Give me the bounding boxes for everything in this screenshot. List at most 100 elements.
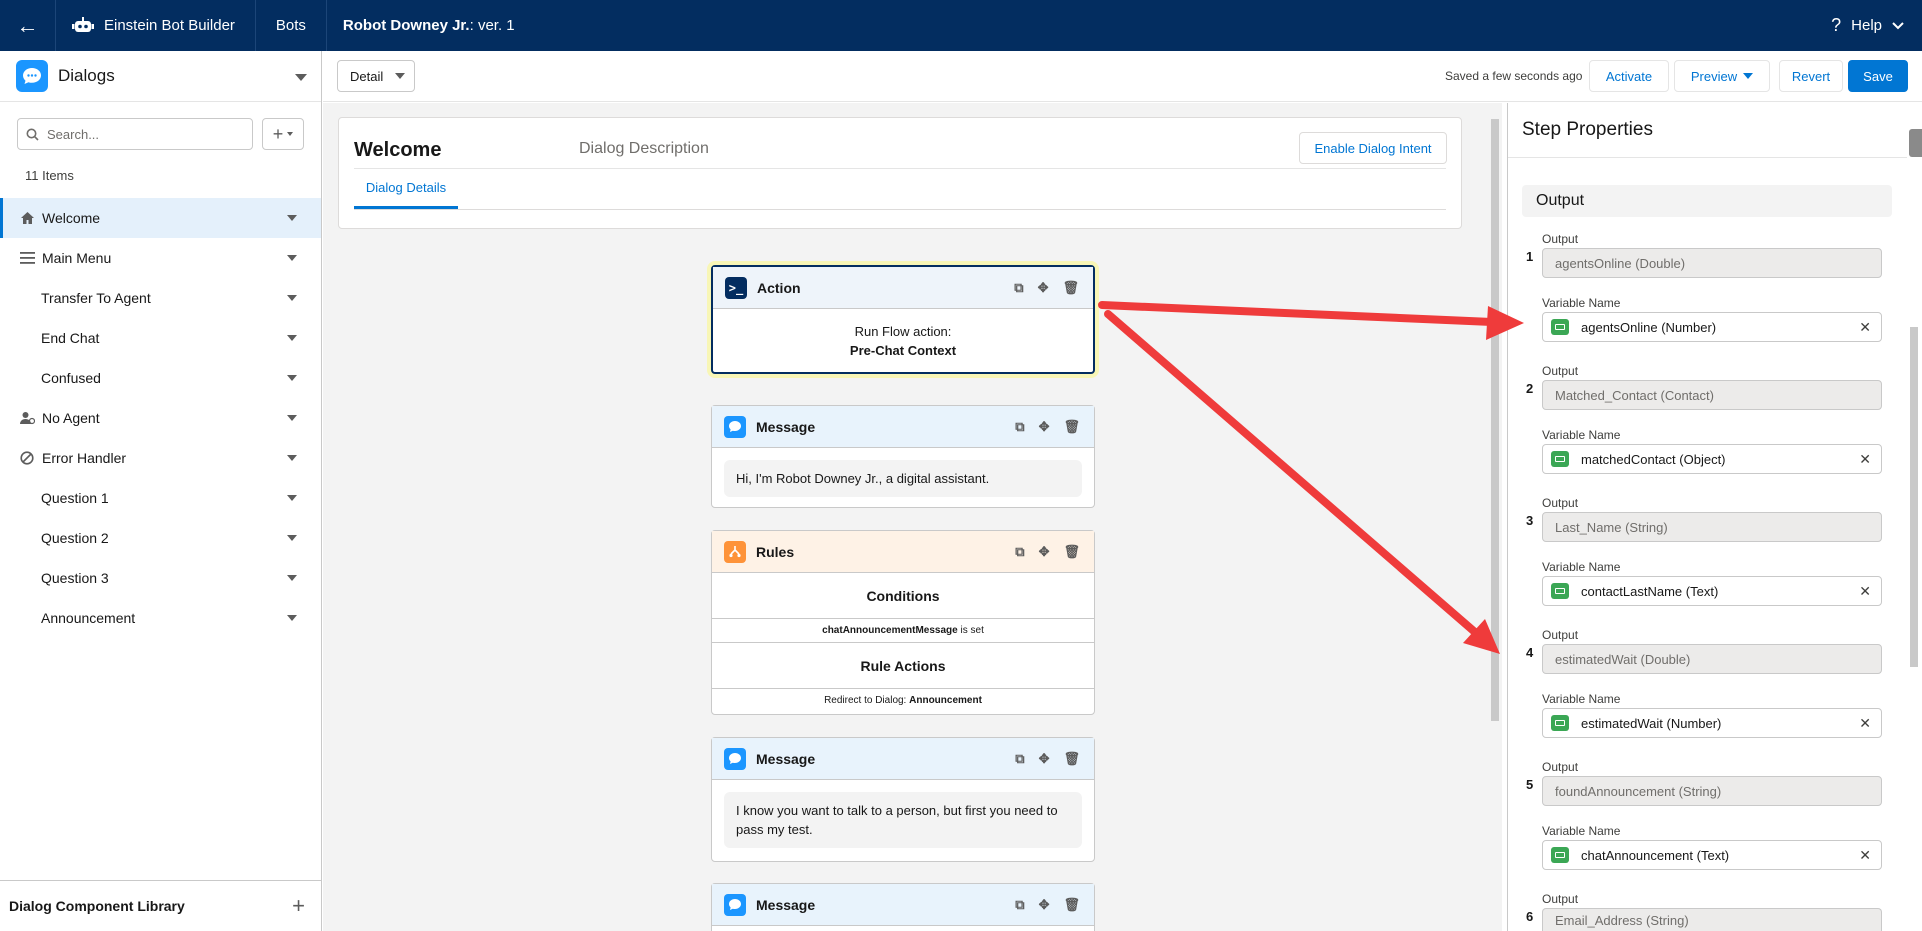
variable-name-field[interactable]: matchedContact (Object) ✕ (1542, 444, 1882, 474)
save-button[interactable]: Save (1848, 60, 1908, 92)
dialog-item-menu-button[interactable] (281, 327, 303, 349)
move-icon[interactable]: ✥ (1039, 897, 1050, 913)
dialog-item-question-1[interactable]: Question 1 (0, 478, 321, 518)
dialogs-header[interactable]: Dialogs (0, 51, 321, 102)
delete-icon[interactable]: 🗑 (1063, 419, 1080, 435)
help-menu[interactable]: ? Help (1831, 0, 1904, 51)
dialog-search-input[interactable]: Search... (17, 118, 253, 150)
properties-scrollbar[interactable] (1907, 157, 1921, 931)
chevron-down-icon (395, 73, 406, 79)
dialog-item-label: Error Handler (42, 450, 127, 466)
copy-icon[interactable]: ⧉ (1015, 751, 1024, 767)
preview-button[interactable]: Preview (1674, 60, 1770, 92)
chevron-down-icon (287, 255, 297, 261)
step-tools: ⧉ ✥ 🗑 (1015, 544, 1080, 560)
output-field: Matched_Contact (Contact) (1542, 380, 1882, 410)
variable-name-field[interactable]: chatAnnouncement (Text) ✕ (1542, 840, 1882, 870)
canvas-scrollbar[interactable] (1488, 103, 1502, 931)
message-text: Hi, I'm Robot Downey Jr., a digital assi… (724, 460, 1082, 497)
clear-icon[interactable]: ✕ (1859, 715, 1871, 732)
dialog-item-welcome[interactable]: Welcome (0, 198, 321, 238)
dialog-item-menu-button[interactable] (281, 287, 303, 309)
activate-button[interactable]: Activate (1589, 60, 1669, 92)
delete-icon[interactable]: 🗑 (1062, 280, 1079, 296)
delete-icon[interactable]: 🗑 (1063, 897, 1080, 913)
tab-dialog-details[interactable]: Dialog Details (354, 169, 458, 209)
dialog-item-transfer-to-agent[interactable]: Transfer To Agent (0, 278, 321, 318)
chevron-down-icon (287, 375, 297, 381)
move-icon[interactable]: ✥ (1039, 751, 1050, 767)
message-step[interactable]: Message ⧉ ✥ 🗑 Hi, I'm Robot Downey Jr., … (711, 405, 1095, 508)
delete-icon[interactable]: 🗑 (1063, 544, 1080, 560)
clear-icon[interactable]: ✕ (1859, 319, 1871, 336)
dialog-item-menu-button[interactable] (281, 407, 303, 429)
revert-button[interactable]: Revert (1779, 60, 1843, 92)
message-step[interactable]: Message ⧉ ✥ 🗑 I know you want to talk to… (711, 737, 1095, 862)
scrollbar-thumb[interactable] (1910, 327, 1918, 667)
dialog-item-end-chat[interactable]: End Chat (0, 318, 321, 358)
move-icon[interactable]: ✥ (1038, 280, 1049, 296)
step-properties-panel: Step Properties Output 1 Output agentsOn… (1507, 103, 1922, 931)
action-type: Run Flow action: (854, 324, 952, 339)
output-section-heading: Output (1522, 185, 1892, 217)
copy-icon[interactable]: ⧉ (1015, 419, 1024, 435)
delete-icon[interactable]: 🗑 (1063, 751, 1080, 767)
dialog-item-announcement[interactable]: Announcement (0, 598, 321, 638)
clear-icon[interactable]: ✕ (1859, 583, 1871, 600)
builder-toolbar: Detail Saved a few seconds ago Activate … (323, 51, 1922, 102)
chevron-down-icon (287, 495, 297, 501)
chevron-down-icon (1892, 21, 1904, 29)
app-name-label: Einstein Bot Builder (104, 17, 235, 34)
enable-dialog-intent-button[interactable]: Enable Dialog Intent (1299, 132, 1447, 164)
view-mode-select[interactable]: Detail (337, 60, 415, 92)
app-name[interactable]: Einstein Bot Builder (56, 0, 256, 51)
step-tools: ⧉ ✥ 🗑 (1015, 419, 1080, 435)
rule-actions-heading: Rule Actions (712, 643, 1094, 689)
copy-icon[interactable]: ⧉ (1014, 280, 1023, 296)
action-name: Pre-Chat Context (849, 343, 957, 358)
scrollbar-thumb[interactable] (1491, 119, 1499, 721)
plus-icon[interactable]: + (292, 893, 305, 919)
dialog-item-menu-button[interactable] (281, 207, 303, 229)
variable-name-field[interactable]: estimatedWait (Number) ✕ (1542, 708, 1882, 738)
output-field: Last_Name (String) (1542, 512, 1882, 542)
output-number: 2 (1526, 381, 1534, 396)
copy-icon[interactable]: ⧉ (1015, 544, 1024, 560)
dialog-item-menu-button[interactable] (281, 487, 303, 509)
dialog-item-menu-button[interactable] (281, 607, 303, 629)
dialog-item-menu-button[interactable] (281, 247, 303, 269)
move-icon[interactable]: ✥ (1039, 419, 1050, 435)
clear-icon[interactable]: ✕ (1859, 451, 1871, 468)
chevron-down-icon (287, 575, 297, 581)
variable-name-field[interactable]: contactLastName (Text) ✕ (1542, 576, 1882, 606)
message-step[interactable]: Message ⧉ ✥ 🗑 (711, 883, 1095, 931)
dialog-item-error-handler[interactable]: Error Handler (0, 438, 321, 478)
dialog-item-question-2[interactable]: Question 2 (0, 518, 321, 558)
copy-icon[interactable]: ⧉ (1015, 897, 1024, 913)
search-placeholder: Search... (47, 126, 100, 142)
action-step[interactable]: >_ Action ⧉ ✥ 🗑 Run Flow action: Pre-Cha… (711, 265, 1095, 374)
dialog-item-menu-button[interactable] (281, 367, 303, 389)
dialog-item-menu-button[interactable] (281, 567, 303, 589)
clear-icon[interactable]: ✕ (1859, 847, 1871, 864)
dialog-item-question-3[interactable]: Question 3 (0, 558, 321, 598)
dialog-header-card: Welcome Dialog Description Enable Dialog… (338, 117, 1462, 229)
component-library-toggle[interactable]: Dialog Component Library + (0, 880, 321, 931)
bots-link[interactable]: Bots (256, 0, 327, 51)
dialog-item-main-menu[interactable]: Main Menu (0, 238, 321, 278)
conditions-heading: Conditions (712, 573, 1094, 619)
dialog-item-menu-button[interactable] (281, 527, 303, 549)
dialog-item-menu-button[interactable] (281, 447, 303, 469)
back-arrow-icon[interactable]: ← (0, 0, 56, 51)
chevron-down-icon (287, 335, 297, 341)
dialog-description-field[interactable]: Dialog Description (579, 140, 709, 158)
collapse-panel-icon[interactable] (1909, 129, 1922, 157)
variable-name-field[interactable]: agentsOnline (Number) ✕ (1542, 312, 1882, 342)
question-icon: ? (1831, 15, 1842, 35)
chevron-down-icon[interactable] (295, 74, 307, 81)
dialog-item-no-agent[interactable]: No Agent (0, 398, 321, 438)
dialog-item-confused[interactable]: Confused (0, 358, 321, 398)
move-icon[interactable]: ✥ (1039, 544, 1050, 560)
rules-step[interactable]: Rules ⧉ ✥ 🗑 Conditions chatAnnouncementM… (711, 530, 1095, 715)
add-dialog-button[interactable]: + (262, 118, 304, 150)
